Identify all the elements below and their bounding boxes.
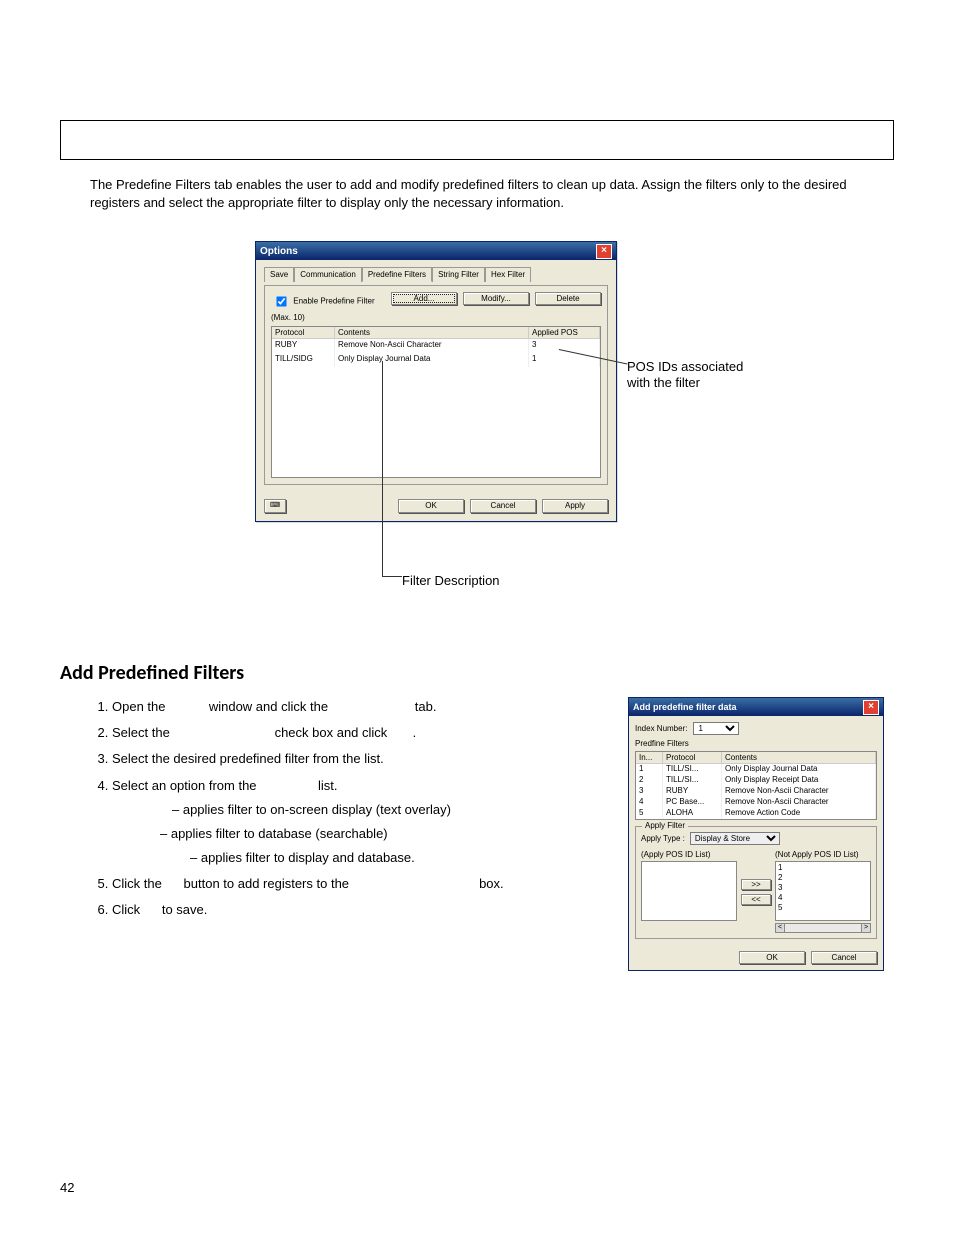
move-left-button[interactable]: << [741,894,771,905]
callout-filter-description: Filter Description [402,573,500,588]
list-item[interactable]: 3 [778,883,868,893]
table-row[interactable]: 2TILL/SI...Only Display Receipt Data [636,775,876,786]
tabs: Save Communication Predefine Filters Str… [264,266,608,281]
table-row[interactable]: TILL/SIDGOnly Display Journal Data1 [272,353,600,367]
callout-leader-line-2 [382,361,403,576]
horizontal-scrollbar[interactable]: < > [775,923,871,933]
table-row[interactable]: 1TILL/SI...Only Display Journal Data [636,764,876,775]
dlg2-title: Add predefine filter data [633,702,737,712]
col-index[interactable]: In... [636,752,663,764]
not-apply-pos-id-list[interactable]: 12345 [775,861,871,921]
apply-filter-group: Apply Filter Apply Type : Display & Stor… [635,826,877,939]
table-row[interactable]: 5ALOHARemove Action Code [636,808,876,819]
add-button[interactable]: Add... [391,292,457,305]
tab-string-filter[interactable]: String Filter [432,267,485,282]
filter-grid[interactable]: Protocol Contents Applied POS RUBYRemove… [271,326,601,478]
step-4: Select an option from the list. – applie… [112,776,598,869]
close-icon[interactable]: × [596,244,612,259]
ok-button[interactable]: OK [739,951,805,964]
list-item[interactable]: 4 [778,893,868,903]
scroll-left-icon[interactable]: < [775,923,785,933]
options-dialog: Options × Save Communication Predefine F… [255,241,617,522]
add-predefine-filter-dialog: Add predefine filter data × Index Number… [628,697,884,971]
intro-paragraph: The Predefine Filters tab enables the us… [90,176,894,211]
predefine-filter-grid[interactable]: In... Protocol Contents 1TILL/SI...Only … [635,751,877,820]
tab-save[interactable]: Save [264,267,294,282]
options-titlebar: Options × [256,242,616,260]
apply-type-select[interactable]: Display & Store [690,832,780,845]
max-label: (Max. 10) [271,313,375,322]
move-right-button[interactable]: >> [741,879,771,890]
scroll-track[interactable] [785,923,861,933]
col-protocol[interactable]: Protocol [663,752,722,764]
dlg2-titlebar: Add predefine filter data × [629,698,883,716]
col-contents[interactable]: Contents [722,752,876,764]
enable-predefine-filter-label: Enable Predefine Filter [293,297,374,306]
table-row[interactable]: 4PC Base...Remove Non-Ascii Character [636,797,876,808]
not-apply-pos-id-list-label: (Not Apply POS ID List) [775,850,871,859]
col-protocol[interactable]: Protocol [272,327,335,339]
cancel-button[interactable]: Cancel [811,951,877,964]
enable-predefine-filter-checkbox[interactable] [276,296,286,306]
step-3: Select the desired predefined filter fro… [112,749,598,769]
col-contents[interactable]: Contents [335,327,529,339]
index-number-label: Index Number: [635,724,687,733]
page-number: 42 [60,1180,74,1195]
table-row[interactable]: RUBYRemove Non-Ascii Character3 [272,339,600,353]
options-title: Options [260,246,298,257]
scroll-right-icon[interactable]: > [861,923,871,933]
tab-communication[interactable]: Communication [294,267,362,282]
index-number-select[interactable]: 1 [693,722,739,735]
apply-pos-id-list[interactable] [641,861,737,921]
figure-options-dialog: Options × Save Communication Predefine F… [117,241,837,601]
modify-button[interactable]: Modify... [463,292,529,305]
apply-pos-id-list-label: (Apply POS ID List) [641,850,737,859]
tab-predefine-filters[interactable]: Predefine Filters [362,267,432,282]
keyboard-icon[interactable]: ⌨ [264,499,286,513]
table-row[interactable]: 3RUBYRemove Non-Ascii Character [636,786,876,797]
step-6: Click to save. [112,900,598,920]
step-4-sub3: – applies filter to display and database… [190,848,598,868]
apply-filter-legend: Apply Filter [642,821,688,830]
step-5: Click the button to add registers to the… [112,874,598,894]
steps-list: Open the window and click the tab. Selec… [90,697,598,926]
heading-add-predefined-filters: Add Predefined Filters [60,661,894,685]
close-icon[interactable]: × [863,700,879,715]
predfine-filters-label: Predfine Filters [635,739,877,748]
list-item[interactable]: 5 [778,903,868,913]
ok-button[interactable]: OK [398,499,464,513]
apply-type-label: Apply Type : [641,834,685,843]
top-border-frame [60,120,894,160]
step-2: Select the check box and click . [112,723,598,743]
callout-pos-ids: POS IDs associated with the filter [627,359,777,392]
col-applied-pos[interactable]: Applied POS [529,327,600,339]
step-4-sub1: – applies filter to on-screen display (t… [172,800,598,820]
tab-hex-filter[interactable]: Hex Filter [485,267,531,282]
apply-button[interactable]: Apply [542,499,608,513]
cancel-button[interactable]: Cancel [470,499,536,513]
list-item[interactable]: 1 [778,863,868,873]
step-4-sub2: – applies filter to database (searchable… [160,824,598,844]
list-item[interactable]: 2 [778,873,868,883]
delete-button[interactable]: Delete [535,292,601,305]
step-1: Open the window and click the tab. [112,697,598,717]
